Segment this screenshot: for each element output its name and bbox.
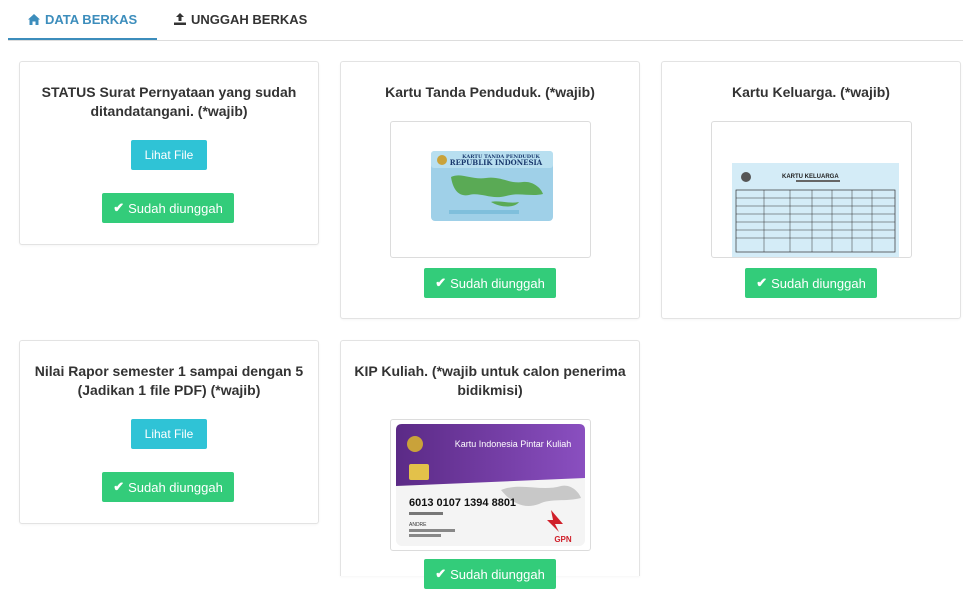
card-title: STATUS Surat Pernyataan yang sudah ditan… [41, 84, 297, 119]
view-file-button[interactable]: Lihat File [131, 419, 207, 449]
kk-card-image: KARTU KELUARGA [732, 163, 899, 257]
kip-number: 6013 0107 1394 8801 [409, 497, 516, 509]
status-uploaded-button[interactable]: ✔ Sudah diunggah [424, 559, 556, 589]
status-label: Sudah diunggah [771, 275, 866, 291]
ktp-header-line2: REPUBLIK INDONESIA [450, 158, 543, 167]
check-icon: ✔ [113, 479, 125, 494]
kip-header: Kartu Indonesia Pintar Kuliah [455, 439, 572, 449]
kip-card-image: Kartu Indonesia Pintar Kuliah 6013 0107 … [396, 424, 585, 546]
check-icon: ✔ [435, 275, 447, 290]
card-kartu-keluarga: Kartu Keluarga. (*wajib) KARTU KELUARGA … [661, 61, 961, 319]
card-nilai-rapor: Nilai Rapor semester 1 sampai dengan 5 (… [19, 340, 319, 524]
tab-unggah-berkas[interactable]: UNGGAH BERKAS [154, 0, 327, 38]
kip-name: ANDRE [409, 522, 427, 528]
status-label: Sudah diunggah [128, 479, 223, 495]
ktp-thumbnail[interactable]: KARTU TANDA PENDUDUK REPUBLIK INDONESIA [390, 121, 591, 258]
card-surat-pernyataan: STATUS Surat Pernyataan yang sudah ditan… [19, 61, 319, 245]
status-label: Sudah diunggah [128, 200, 223, 216]
status-uploaded-button[interactable]: ✔ Sudah diunggah [102, 472, 234, 502]
tab-unggah-berkas-label: UNGGAH BERKAS [191, 11, 308, 27]
check-icon: ✔ [113, 200, 125, 215]
status-uploaded-button[interactable]: ✔ Sudah diunggah [424, 268, 556, 298]
tab-data-berkas[interactable]: DATA BERKAS [8, 0, 158, 40]
kip-thumbnail[interactable]: Kartu Indonesia Pintar Kuliah 6013 0107 … [390, 419, 591, 551]
check-icon: ✔ [756, 275, 768, 290]
ktp-card-image: KARTU TANDA PENDUDUK REPUBLIK INDONESIA [431, 151, 553, 221]
kk-header: KARTU KELUARGA [782, 174, 839, 180]
status-label: Sudah diunggah [450, 566, 545, 582]
card-ktp: Kartu Tanda Penduduk. (*wajib) KARTU TAN… [340, 61, 640, 319]
status-uploaded-button[interactable]: ✔ Sudah diunggah [102, 193, 234, 223]
card-kip-kuliah: KIP Kuliah. (*wajib untuk calon penerima… [340, 340, 640, 589]
kk-thumbnail[interactable]: KARTU KELUARGA [711, 121, 912, 258]
gpn-logo-text: GPN [554, 535, 572, 544]
status-label: Sudah diunggah [450, 275, 545, 291]
tab-bar: DATA BERKAS UNGGAH BERKAS [8, 0, 963, 41]
card-title: Kartu Tanda Penduduk. (*wajib) [385, 84, 595, 100]
card-title: Nilai Rapor semester 1 sampai dengan 5 (… [34, 363, 304, 398]
view-file-button[interactable]: Lihat File [131, 140, 207, 170]
home-icon [28, 13, 40, 25]
card-title: Kartu Keluarga. (*wajib) [732, 84, 890, 100]
upload-icon [174, 13, 186, 25]
status-uploaded-button[interactable]: ✔ Sudah diunggah [745, 268, 877, 298]
tab-data-berkas-label: DATA BERKAS [45, 11, 138, 27]
card-title: KIP Kuliah. (*wajib untuk calon penerima… [354, 363, 626, 398]
check-icon: ✔ [435, 566, 447, 581]
